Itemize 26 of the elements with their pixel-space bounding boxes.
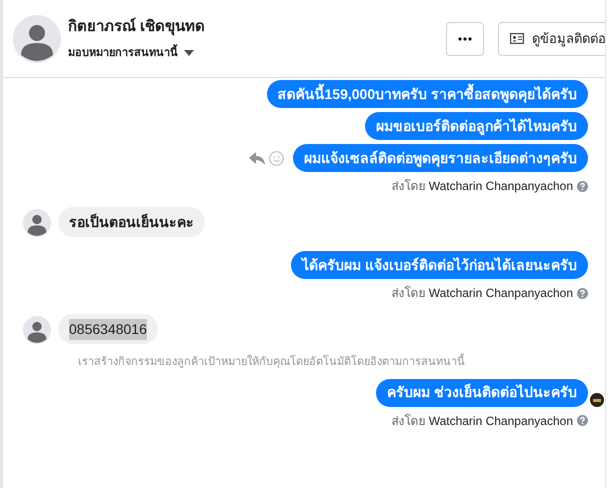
system-notice: เราสร้างกิจกรรมของลูกค้าเป้าหมายให้กับคุณโดยอัตโนมัติโดยอิงตามการสนทนานี้	[78, 354, 465, 370]
message-bubble: 0856348016	[58, 314, 158, 344]
help-icon[interactable]	[577, 180, 588, 192]
seen-avatar-icon	[590, 392, 604, 406]
contact-name: กิตยาภรณ์ เชิดขุนทด	[68, 16, 206, 38]
message-bubble: สดคันนี้159,000บาทครับ ราคาซื้อสดพูดคุยได้ครับ	[266, 80, 588, 108]
more-icon	[458, 36, 472, 40]
message-bubble: ครับผม ช่วงเย็นติดต่อไปนะครับ	[376, 378, 588, 406]
message-bubble: ได้ครับผม แจ้งเบอร์ติดต่อไว้ก่อนได้เลยนะครับ	[291, 251, 588, 279]
caret-icon	[184, 50, 194, 56]
help-icon[interactable]	[577, 288, 588, 298]
more-button[interactable]	[446, 22, 484, 56]
message-bubble: รอเป็นตอนเย็นนะคะ	[58, 207, 205, 237]
help-icon[interactable]	[577, 415, 588, 426]
message-bubble: ผมแจ้งเซลล์ติดต่อพูดคุยรายละเอียดต่างๆครับ	[293, 144, 588, 172]
smiley-icon[interactable]	[269, 150, 284, 166]
reply-icon[interactable]	[249, 152, 265, 164]
avatar-icon	[23, 209, 51, 237]
avatar-icon	[23, 316, 51, 344]
assign-dropdown[interactable]: มอบหมายการสนทนานี้	[68, 44, 206, 61]
id-card-icon	[510, 33, 524, 44]
avatar-icon	[13, 14, 61, 62]
sender-note: ส่งโดย Watcharin Chanpanyachon	[391, 178, 573, 195]
sender-note: ส่งโดย Watcharin Chanpanyachon	[391, 412, 573, 430]
sender-note: ส่งโดย Watcharin Chanpanyachon	[391, 285, 573, 302]
message-bubble: ผมขอเบอร์ติดต่อลูกค้าได้ไหมครับ	[365, 112, 588, 140]
